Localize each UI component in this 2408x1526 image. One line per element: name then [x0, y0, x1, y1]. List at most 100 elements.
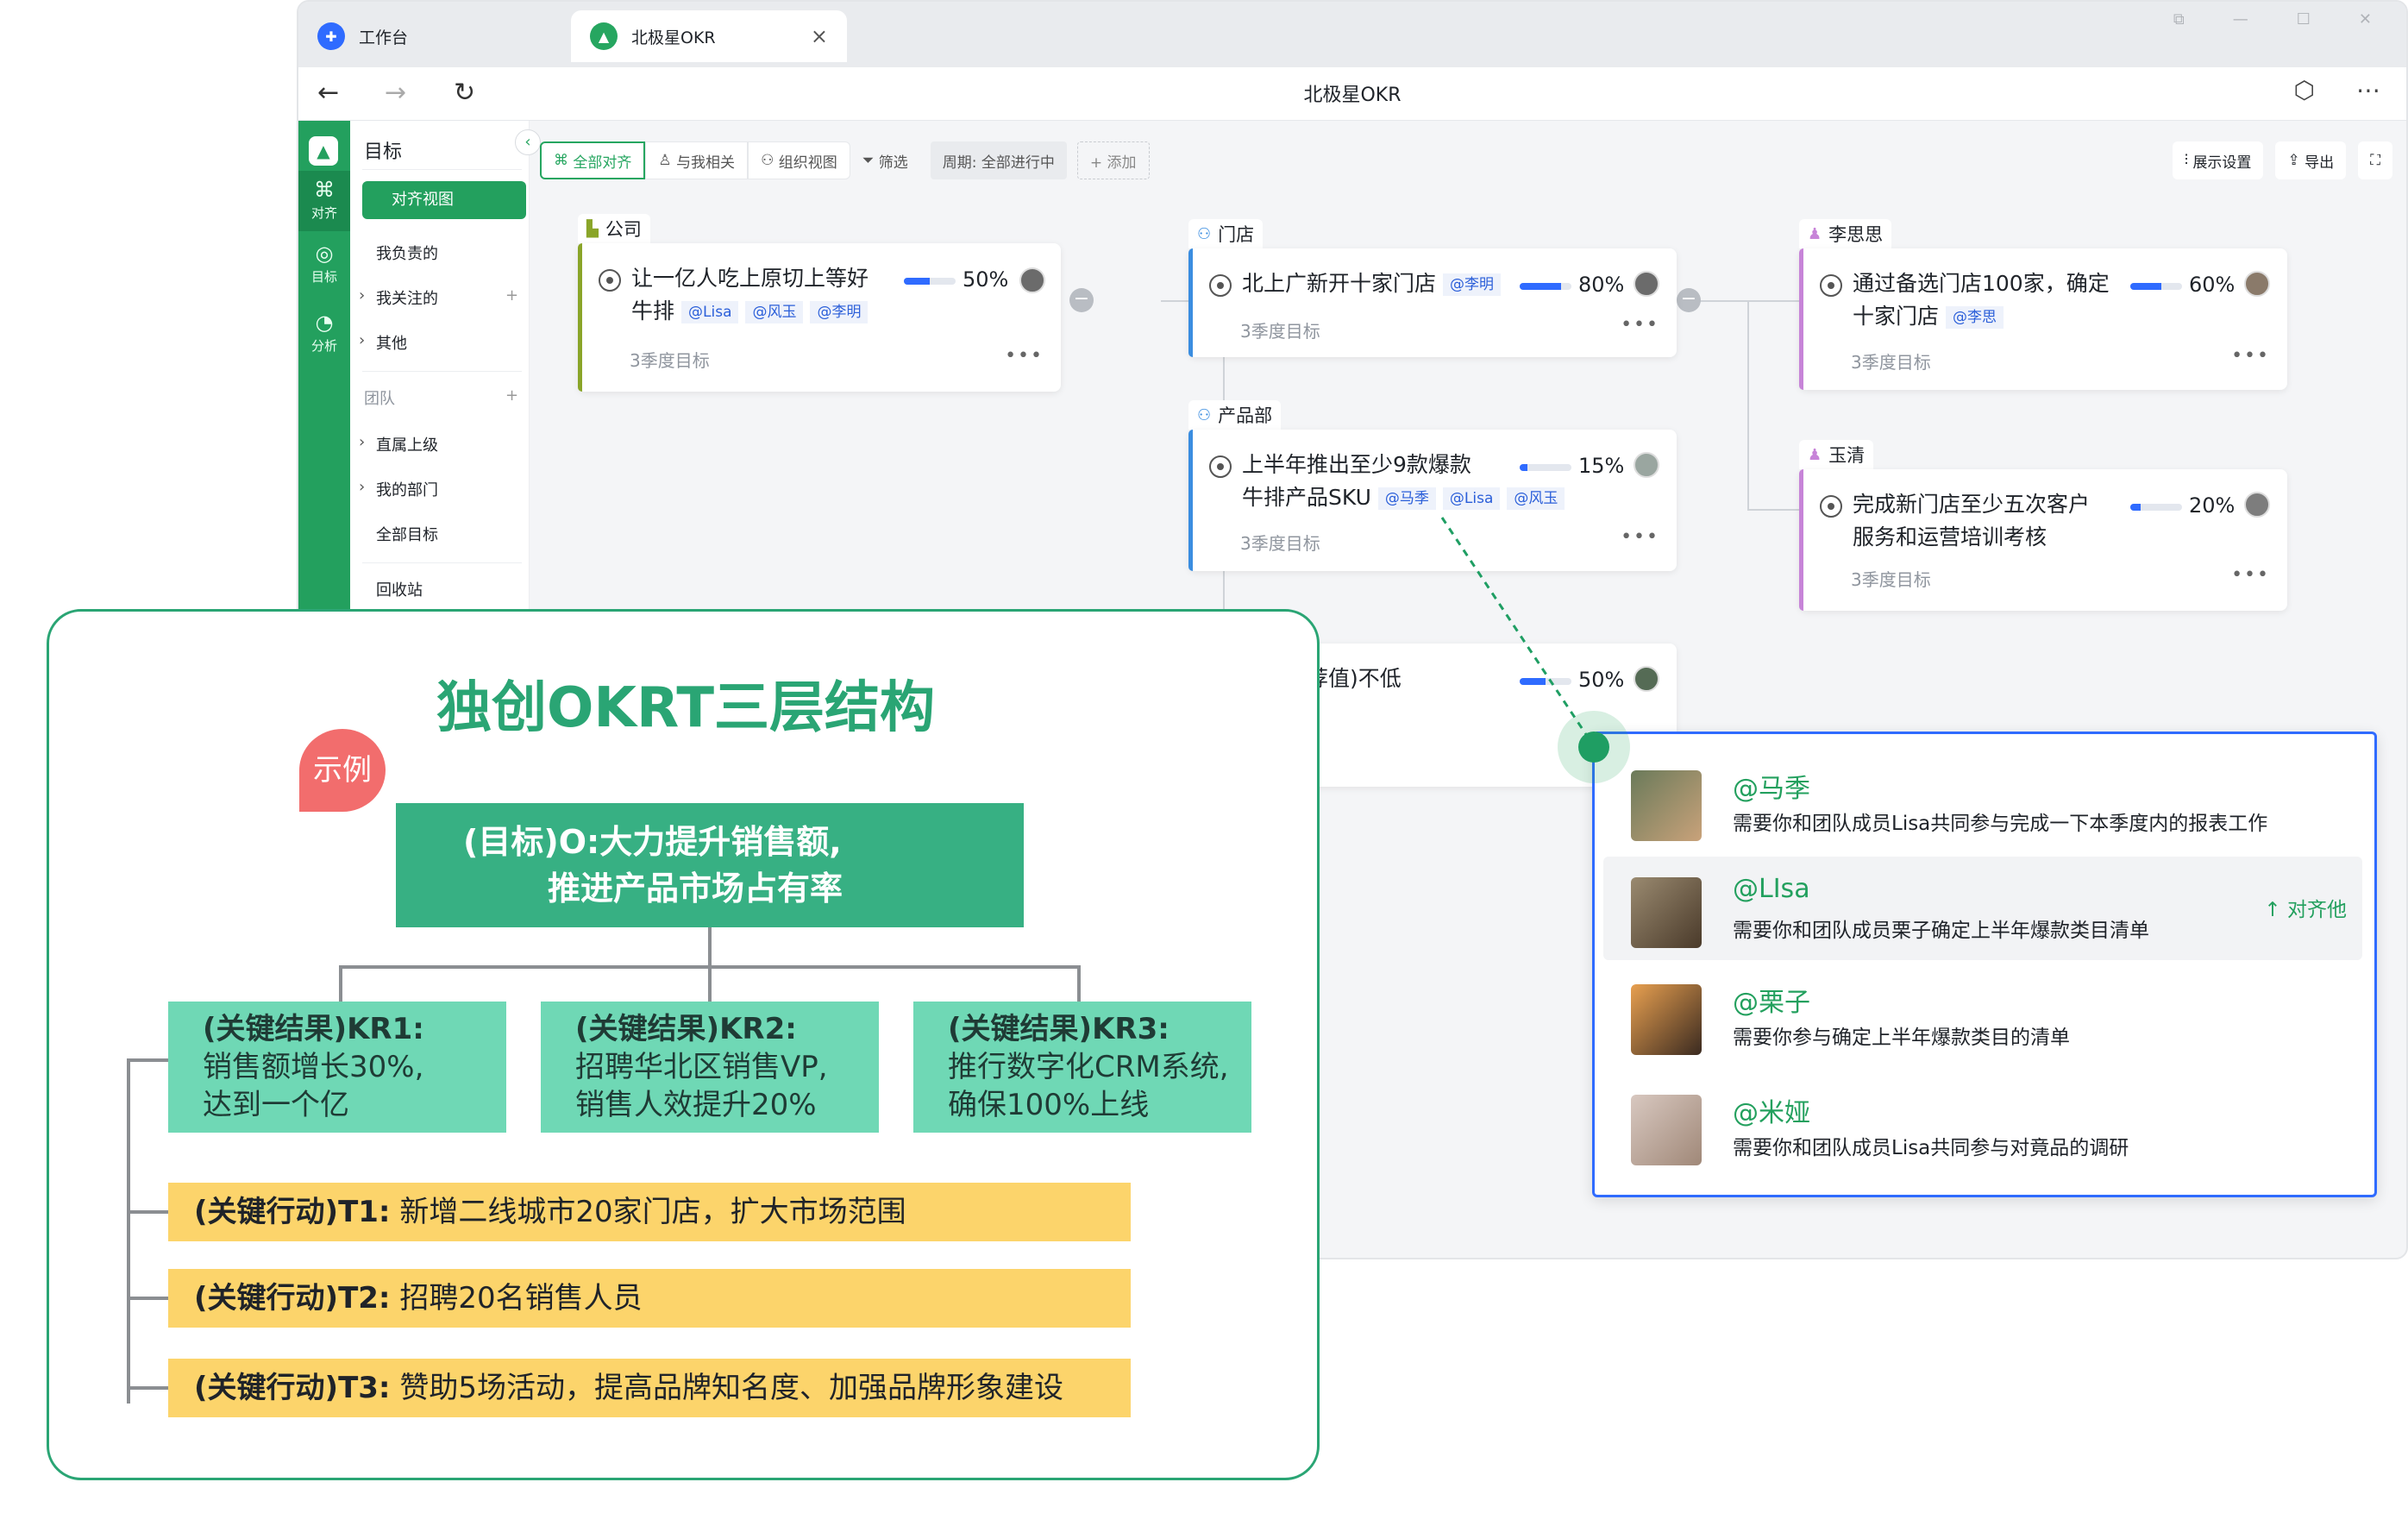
sidebar-item-following[interactable]: › 我关注的 +	[359, 286, 518, 309]
sidebar-item-all-goals[interactable]: 全部目标	[376, 523, 438, 545]
button-label: 与我相关	[676, 154, 736, 172]
mention-tag[interactable]: @李思	[1946, 306, 2004, 329]
divider	[362, 562, 522, 563]
sidebar-item-superior[interactable]: › 直属上级	[359, 433, 438, 455]
avatar	[1634, 452, 1659, 478]
mention-message: 需要你参与确定上半年爆款类目的清单	[1733, 1027, 2070, 1049]
progress-text: 50%	[1578, 668, 1625, 692]
sidebar-item-department[interactable]: › 我的部门	[359, 478, 438, 500]
group-label-yuqing: ♟ 玉清	[1799, 440, 1874, 469]
task-text: 赞助5场活动，提高品牌知名度、加强品牌形象建设	[399, 1371, 1063, 1405]
sidebar-item-align-view[interactable]: 对齐视图	[362, 181, 526, 219]
display-settings-button[interactable]: ⫶ 展示设置	[2172, 141, 2264, 179]
mention-item[interactable]: @LIsa 需要你和团队成员栗子确定上半年爆款类目清单 ↑ 对齐他	[1603, 857, 2362, 960]
restore-icon[interactable]: ⧉	[2173, 10, 2185, 28]
plus-icon[interactable]: +	[505, 386, 518, 405]
tree-line	[1077, 965, 1081, 1003]
period-value: 全部进行中	[981, 154, 1055, 172]
mention-message: 需要你和团队成员栗子确定上半年爆款类目清单	[1733, 920, 2149, 942]
mention-item[interactable]: @栗子 需要你参与确定上半年爆款类目的清单	[1603, 964, 2362, 1067]
maximize-icon[interactable]: ☐	[2297, 10, 2311, 28]
mention-tag[interactable]: @Lisa	[1442, 487, 1501, 510]
key-result-box: (关键结果)KR2: 招聘华北区销售VP, 销售人效提升20%	[541, 1002, 879, 1133]
progress-text: 50%	[963, 267, 1009, 292]
task-label: (关键行动)T3:	[194, 1371, 391, 1405]
target-icon	[1209, 274, 1232, 297]
mention-tag[interactable]: @马季	[1377, 487, 1436, 510]
avatar	[1631, 877, 1702, 948]
tab-workbench[interactable]: ✚ 工作台	[298, 10, 566, 62]
filter-button[interactable]: ⏷ 筛选	[850, 141, 920, 179]
more-icon[interactable]: •••	[1621, 314, 1659, 336]
more-icon[interactable]: •••	[1005, 345, 1044, 367]
align-icon: ⌘	[554, 152, 574, 169]
sidebar-item-mine[interactable]: 我负责的	[376, 242, 438, 264]
tab-okr[interactable]: ▲ 北极星OKR ×	[571, 10, 847, 62]
nav-actions: ⬡ ⋯	[2294, 76, 2380, 104]
example-badge: 示例	[299, 729, 386, 812]
align-icon: ⌘	[314, 178, 335, 202]
sidebar-item-other[interactable]: › 其他	[359, 331, 407, 354]
mention-tag[interactable]: @风玉	[745, 301, 804, 323]
card-subtitle: 3季度目标	[1240, 533, 1320, 554]
building-icon: ▙	[586, 219, 599, 238]
org-view-button[interactable]: ⚇ 组织视图	[748, 141, 850, 179]
more-icon[interactable]: ⋯	[2356, 76, 2380, 104]
target-icon	[1820, 495, 1842, 518]
sidebar-item-recycle[interactable]: 回收站	[376, 578, 423, 600]
add-button[interactable]: + 添加	[1076, 141, 1150, 179]
progress-bar	[904, 278, 956, 285]
kr-line: 招聘华北区销售VP,	[575, 1050, 828, 1084]
progress-bar	[2130, 504, 2182, 511]
okr-card-company[interactable]: 让一亿人吃上原切上等好 牛排 @Lisa @风玉 @李明 50% 3季度目标 •••	[578, 243, 1061, 392]
view-toolbar-right: ⫶ 展示设置 ⇪ 导出 ⛶	[2172, 141, 2392, 179]
app-logo-icon: ▲	[309, 136, 338, 166]
collapse-icon[interactable]: ‹	[515, 129, 541, 155]
card-title: 北上广新开十家门店 @李明	[1242, 267, 1502, 300]
settings-hex-icon[interactable]: ⬡	[2294, 76, 2315, 104]
okr-card-store[interactable]: 北上广新开十家门店 @李明 80% 3季度目标 •••	[1188, 248, 1677, 357]
okr-card-product[interactable]: 上半年推出至少9款爆款 牛排产品SKU @马季 @Lisa @风玉 15% 3季度目标 …	[1188, 430, 1677, 571]
period-select[interactable]: 周期: 全部进行中	[930, 141, 1067, 179]
mention-tag[interactable]: @李明	[1443, 273, 1502, 296]
plus-icon[interactable]: +	[505, 286, 518, 305]
more-icon[interactable]: •••	[2231, 345, 2270, 367]
progress-text: 80%	[1578, 273, 1625, 297]
group-name: 门店	[1218, 224, 1255, 245]
more-icon[interactable]: •••	[1621, 526, 1659, 548]
connector	[1747, 300, 1749, 511]
okr-card-lisisi[interactable]: 通过备选门店100家，确定 十家门店 @李思 60% 3季度目标 •••	[1799, 248, 2287, 390]
key-action-box: (关键行动)T1: 新增二线城市20家门店，扩大市场范围	[168, 1183, 1131, 1241]
window-close-icon[interactable]: ✕	[2359, 10, 2372, 28]
close-icon[interactable]: ×	[811, 24, 828, 48]
kr-title: (关键结果)KR1:	[203, 1012, 424, 1046]
okr-card-yuqing[interactable]: 完成新门店至少五次客户 服务和运营培训考核 20% 3季度目标 •••	[1799, 469, 2287, 611]
export-icon: ⇪	[2287, 152, 2305, 169]
progress-text: 15%	[1578, 454, 1625, 478]
related-button[interactable]: ♙ 与我相关	[645, 141, 749, 179]
export-button[interactable]: ⇪ 导出	[2275, 141, 2347, 179]
org-icon: ⚇	[1197, 405, 1212, 424]
mention-tag[interactable]: @Lisa	[681, 301, 739, 323]
rail-item-align[interactable]: ⌘ 对齐	[298, 171, 350, 231]
collapse-node-icon[interactable]: −	[1069, 288, 1094, 312]
mention-tag[interactable]: @风玉	[1507, 487, 1565, 510]
rail-item-goals[interactable]: ◎ 目标	[298, 242, 350, 286]
tree-line	[127, 1058, 130, 1404]
minimize-icon[interactable]: —	[2233, 10, 2248, 28]
rail-item-analysis[interactable]: ◔ 分析	[298, 311, 350, 355]
mention-item[interactable]: @马季 需要你和团队成员Lisa共同参与完成一下本季度内的报表工作	[1603, 750, 2362, 853]
sidebar-item-label: 其他	[376, 335, 407, 353]
task-label: (关键行动)T2:	[194, 1281, 391, 1316]
title-line: 牛排	[631, 298, 675, 323]
fullscreen-button[interactable]: ⛶	[2358, 141, 2392, 179]
mention-item[interactable]: @米娅 需要你和团队成员Lisa共同参与对竟品的调研	[1603, 1074, 2362, 1177]
align-him-button[interactable]: ↑ 对齐他	[2264, 893, 2347, 922]
view-toolbar: ⌘ 全部对齐 ♙ 与我相关 ⚇ 组织视图 ⏷ 筛选 周期: 全部进行中 + 添加	[540, 141, 1150, 179]
all-align-button[interactable]: ⌘ 全部对齐	[540, 141, 646, 179]
task-text: 招聘20名销售人员	[399, 1281, 643, 1316]
more-icon[interactable]: •••	[2231, 564, 2270, 586]
mention-tag[interactable]: @李明	[810, 301, 869, 323]
collapse-node-icon[interactable]: −	[1677, 288, 1701, 312]
chevron-right-icon: ›	[359, 433, 366, 451]
